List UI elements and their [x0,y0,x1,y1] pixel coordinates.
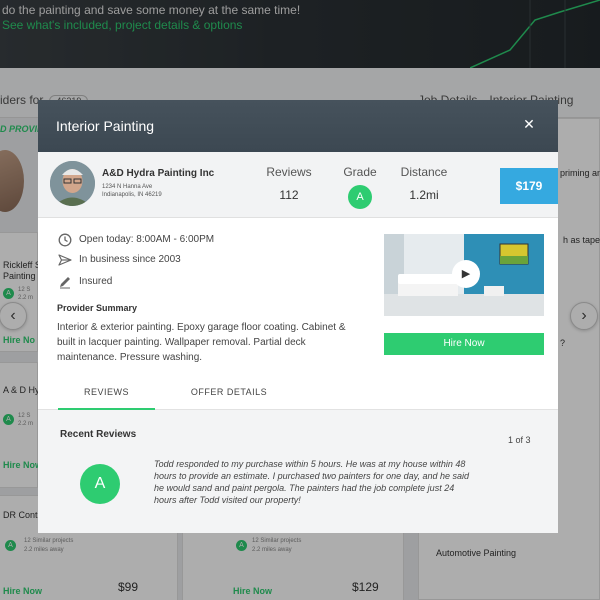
hire-now-button[interactable]: Hire Now [384,333,544,355]
provider-address: 1234 N Hanna Ave Indianapolis, IN 46219 [102,183,162,199]
hours-text: Open today: 8:00AM - 6:00PM [79,234,215,245]
distance-label: Distance [400,165,448,179]
send-icon [58,254,72,266]
summary-heading: Provider Summary [57,303,138,313]
distance-value: 1.2mi [409,188,439,202]
provider-modal: Interior Painting ✕ A&D Hydra Painting I… [38,100,558,533]
provider-name[interactable]: A&D Hydra Painting Inc [102,168,214,179]
provider-video-thumbnail[interactable]: ▶ [384,234,544,316]
grade-label: Grade [343,165,377,179]
summary-text: Interior & exterior painting. Epoxy gara… [57,322,346,363]
reviews-count[interactable]: 112 [266,188,312,202]
reviews-label: Reviews [266,165,312,179]
review-pager: 1 of 3 [508,435,531,445]
address-line1: 1234 N Hanna Ave [102,184,153,190]
pencil-icon [60,277,70,289]
grade-badge: A [348,185,372,209]
reviewer-avatar: A [80,464,120,504]
recent-reviews-heading: Recent Reviews [60,429,137,440]
close-icon[interactable]: ✕ [521,116,537,132]
address-line2: Indianapolis, IN 46219 [102,192,162,198]
tab-offer-details[interactable]: OFFER DETAILS [178,387,280,409]
play-icon[interactable]: ▶ [452,260,480,288]
review-text: Todd responded to my purchase within 5 h… [154,459,470,505]
modal-header: Interior Painting ✕ [38,100,558,152]
insured-text: Insured [79,276,113,287]
provider-photo [50,161,95,206]
since-text: In business since 2003 [79,254,181,265]
clock-icon [58,233,72,247]
reviews-section: Recent Reviews 1 of 3 A Todd responded t… [38,410,558,533]
modal-title: Interior Painting [56,118,155,134]
tab-reviews[interactable]: REVIEWS [58,387,155,409]
provider-bar: A&D Hydra Painting Inc 1234 N Hanna Ave … [38,152,558,218]
price-button[interactable]: $179 [500,168,558,204]
